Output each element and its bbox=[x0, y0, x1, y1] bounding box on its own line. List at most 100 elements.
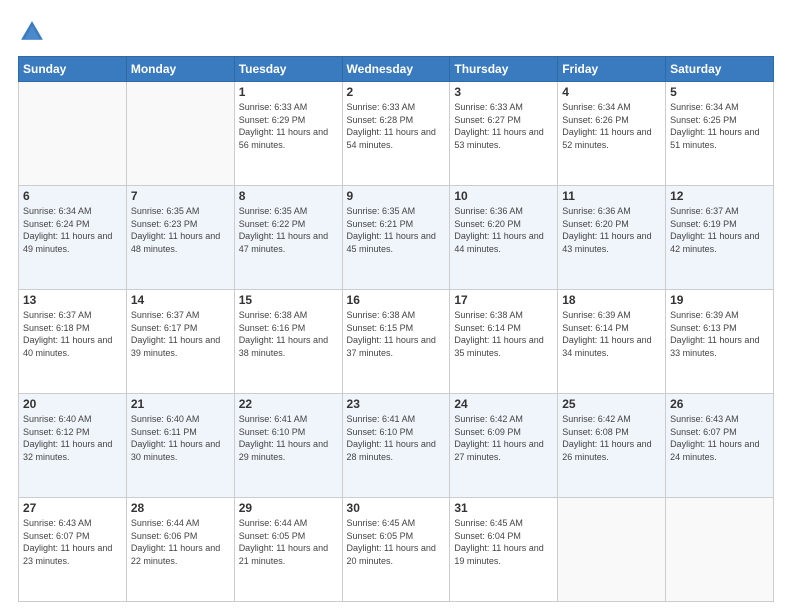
day-number: 25 bbox=[562, 397, 661, 411]
day-info: Sunrise: 6:44 AM Sunset: 6:05 PM Dayligh… bbox=[239, 517, 338, 567]
calendar-cell: 22 Sunrise: 6:41 AM Sunset: 6:10 PM Dayli… bbox=[234, 394, 342, 498]
calendar-cell bbox=[19, 82, 127, 186]
calendar-cell: 8Sunrise: 6:35 AM Sunset: 6:22 PM Daylig… bbox=[234, 186, 342, 290]
calendar-cell: 19 Sunrise: 6:39 AM Sunset: 6:13 PM Dayli… bbox=[666, 290, 774, 394]
calendar-cell: 7Sunrise: 6:35 AM Sunset: 6:23 PM Daylig… bbox=[126, 186, 234, 290]
calendar-cell: 13 Sunrise: 6:37 AM Sunset: 6:18 PM Dayli… bbox=[19, 290, 127, 394]
day-info: Sunrise: 6:41 AM Sunset: 6:10 PM Dayligh… bbox=[239, 413, 338, 463]
day-info: Sunrise: 6:38 AM Sunset: 6:16 PM Dayligh… bbox=[239, 309, 338, 359]
day-number: 24 bbox=[454, 397, 553, 411]
calendar-week-row: 1 Sunrise: 6:33 AM Sunset: 6:29 PM Daylig… bbox=[19, 82, 774, 186]
day-info: Sunrise: 6:40 AM Sunset: 6:11 PM Dayligh… bbox=[131, 413, 230, 463]
day-info: Sunrise: 6:40 AM Sunset: 6:12 PM Dayligh… bbox=[23, 413, 122, 463]
day-number: 18 bbox=[562, 293, 661, 307]
day-number: 20 bbox=[23, 397, 122, 411]
day-info: Sunrise: 6:43 AM Sunset: 6:07 PM Dayligh… bbox=[23, 517, 122, 567]
day-number: 4 bbox=[562, 85, 661, 99]
day-info: Sunrise: 6:33 AM Sunset: 6:28 PM Dayligh… bbox=[347, 101, 446, 151]
day-of-week-header: Sunday bbox=[19, 57, 127, 82]
day-number: 26 bbox=[670, 397, 769, 411]
calendar-cell: 20 Sunrise: 6:40 AM Sunset: 6:12 PM Dayli… bbox=[19, 394, 127, 498]
day-number: 29 bbox=[239, 501, 338, 515]
day-of-week-header: Tuesday bbox=[234, 57, 342, 82]
day-info: Sunrise: 6:45 AM Sunset: 6:04 PM Dayligh… bbox=[454, 517, 553, 567]
day-number: 5 bbox=[670, 85, 769, 99]
calendar-cell: 17Sunrise: 6:38 AM Sunset: 6:14 PM Dayli… bbox=[450, 290, 558, 394]
logo-icon bbox=[18, 18, 46, 46]
calendar-cell: 14 Sunrise: 6:37 AM Sunset: 6:17 PM Dayli… bbox=[126, 290, 234, 394]
calendar-cell bbox=[558, 498, 666, 602]
day-number: 6 bbox=[23, 189, 122, 203]
day-info: Sunrise: 6:37 AM Sunset: 6:18 PM Dayligh… bbox=[23, 309, 122, 359]
calendar-cell: 3 Sunrise: 6:33 AM Sunset: 6:27 PM Daylig… bbox=[450, 82, 558, 186]
calendar-cell: 2 Sunrise: 6:33 AM Sunset: 6:28 PM Daylig… bbox=[342, 82, 450, 186]
calendar-cell: 10 Sunrise: 6:36 AM Sunset: 6:20 PM Dayli… bbox=[450, 186, 558, 290]
day-number: 13 bbox=[23, 293, 122, 307]
day-number: 27 bbox=[23, 501, 122, 515]
day-number: 9 bbox=[347, 189, 446, 203]
calendar-cell: 11Sunrise: 6:36 AM Sunset: 6:20 PM Dayli… bbox=[558, 186, 666, 290]
day-of-week-header: Saturday bbox=[666, 57, 774, 82]
day-info: Sunrise: 6:34 AM Sunset: 6:26 PM Dayligh… bbox=[562, 101, 661, 151]
day-of-week-header: Wednesday bbox=[342, 57, 450, 82]
calendar-cell: 4 Sunrise: 6:34 AM Sunset: 6:26 PM Daylig… bbox=[558, 82, 666, 186]
calendar-cell: 23 Sunrise: 6:41 AM Sunset: 6:10 PM Dayli… bbox=[342, 394, 450, 498]
calendar-cell: 9Sunrise: 6:35 AM Sunset: 6:21 PM Daylig… bbox=[342, 186, 450, 290]
day-info: Sunrise: 6:45 AM Sunset: 6:05 PM Dayligh… bbox=[347, 517, 446, 567]
calendar-table: SundayMondayTuesdayWednesdayThursdayFrid… bbox=[18, 56, 774, 602]
day-number: 22 bbox=[239, 397, 338, 411]
day-info: Sunrise: 6:39 AM Sunset: 6:13 PM Dayligh… bbox=[670, 309, 769, 359]
calendar-week-row: 20 Sunrise: 6:40 AM Sunset: 6:12 PM Dayli… bbox=[19, 394, 774, 498]
calendar-header-row: SundayMondayTuesdayWednesdayThursdayFrid… bbox=[19, 57, 774, 82]
day-info: Sunrise: 6:34 AM Sunset: 6:25 PM Dayligh… bbox=[670, 101, 769, 151]
calendar-cell: 30 Sunrise: 6:45 AM Sunset: 6:05 PM Dayli… bbox=[342, 498, 450, 602]
day-number: 16 bbox=[347, 293, 446, 307]
calendar-cell: 26 Sunrise: 6:43 AM Sunset: 6:07 PM Dayli… bbox=[666, 394, 774, 498]
day-number: 3 bbox=[454, 85, 553, 99]
day-info: Sunrise: 6:36 AM Sunset: 6:20 PM Dayligh… bbox=[454, 205, 553, 255]
calendar-cell: 24 Sunrise: 6:42 AM Sunset: 6:09 PM Dayli… bbox=[450, 394, 558, 498]
calendar-cell: 16Sunrise: 6:38 AM Sunset: 6:15 PM Dayli… bbox=[342, 290, 450, 394]
day-info: Sunrise: 6:43 AM Sunset: 6:07 PM Dayligh… bbox=[670, 413, 769, 463]
day-info: Sunrise: 6:38 AM Sunset: 6:14 PM Dayligh… bbox=[454, 309, 553, 359]
day-info: Sunrise: 6:34 AM Sunset: 6:24 PM Dayligh… bbox=[23, 205, 122, 255]
header bbox=[18, 18, 774, 46]
day-number: 31 bbox=[454, 501, 553, 515]
day-info: Sunrise: 6:44 AM Sunset: 6:06 PM Dayligh… bbox=[131, 517, 230, 567]
day-info: Sunrise: 6:33 AM Sunset: 6:27 PM Dayligh… bbox=[454, 101, 553, 151]
day-info: Sunrise: 6:37 AM Sunset: 6:17 PM Dayligh… bbox=[131, 309, 230, 359]
day-of-week-header: Friday bbox=[558, 57, 666, 82]
calendar-week-row: 6 Sunrise: 6:34 AM Sunset: 6:24 PM Daylig… bbox=[19, 186, 774, 290]
day-info: Sunrise: 6:35 AM Sunset: 6:23 PM Dayligh… bbox=[131, 205, 230, 255]
calendar-cell bbox=[126, 82, 234, 186]
calendar-cell: 28 Sunrise: 6:44 AM Sunset: 6:06 PM Dayli… bbox=[126, 498, 234, 602]
day-number: 8 bbox=[239, 189, 338, 203]
day-number: 2 bbox=[347, 85, 446, 99]
day-number: 15 bbox=[239, 293, 338, 307]
day-info: Sunrise: 6:33 AM Sunset: 6:29 PM Dayligh… bbox=[239, 101, 338, 151]
day-number: 1 bbox=[239, 85, 338, 99]
day-info: Sunrise: 6:41 AM Sunset: 6:10 PM Dayligh… bbox=[347, 413, 446, 463]
calendar-cell bbox=[666, 498, 774, 602]
calendar-cell: 1 Sunrise: 6:33 AM Sunset: 6:29 PM Daylig… bbox=[234, 82, 342, 186]
day-info: Sunrise: 6:42 AM Sunset: 6:09 PM Dayligh… bbox=[454, 413, 553, 463]
calendar-cell: 12 Sunrise: 6:37 AM Sunset: 6:19 PM Dayli… bbox=[666, 186, 774, 290]
calendar-cell: 21 Sunrise: 6:40 AM Sunset: 6:11 PM Dayli… bbox=[126, 394, 234, 498]
day-number: 19 bbox=[670, 293, 769, 307]
day-number: 30 bbox=[347, 501, 446, 515]
logo bbox=[18, 18, 50, 46]
calendar-cell: 18Sunrise: 6:39 AM Sunset: 6:14 PM Dayli… bbox=[558, 290, 666, 394]
calendar-cell: 27 Sunrise: 6:43 AM Sunset: 6:07 PM Dayli… bbox=[19, 498, 127, 602]
calendar-cell: 6 Sunrise: 6:34 AM Sunset: 6:24 PM Daylig… bbox=[19, 186, 127, 290]
day-info: Sunrise: 6:37 AM Sunset: 6:19 PM Dayligh… bbox=[670, 205, 769, 255]
calendar-cell: 31 Sunrise: 6:45 AM Sunset: 6:04 PM Dayli… bbox=[450, 498, 558, 602]
day-number: 10 bbox=[454, 189, 553, 203]
day-number: 12 bbox=[670, 189, 769, 203]
page: SundayMondayTuesdayWednesdayThursdayFrid… bbox=[0, 0, 792, 612]
day-of-week-header: Monday bbox=[126, 57, 234, 82]
day-info: Sunrise: 6:36 AM Sunset: 6:20 PM Dayligh… bbox=[562, 205, 661, 255]
day-number: 21 bbox=[131, 397, 230, 411]
day-number: 14 bbox=[131, 293, 230, 307]
day-number: 28 bbox=[131, 501, 230, 515]
day-number: 23 bbox=[347, 397, 446, 411]
